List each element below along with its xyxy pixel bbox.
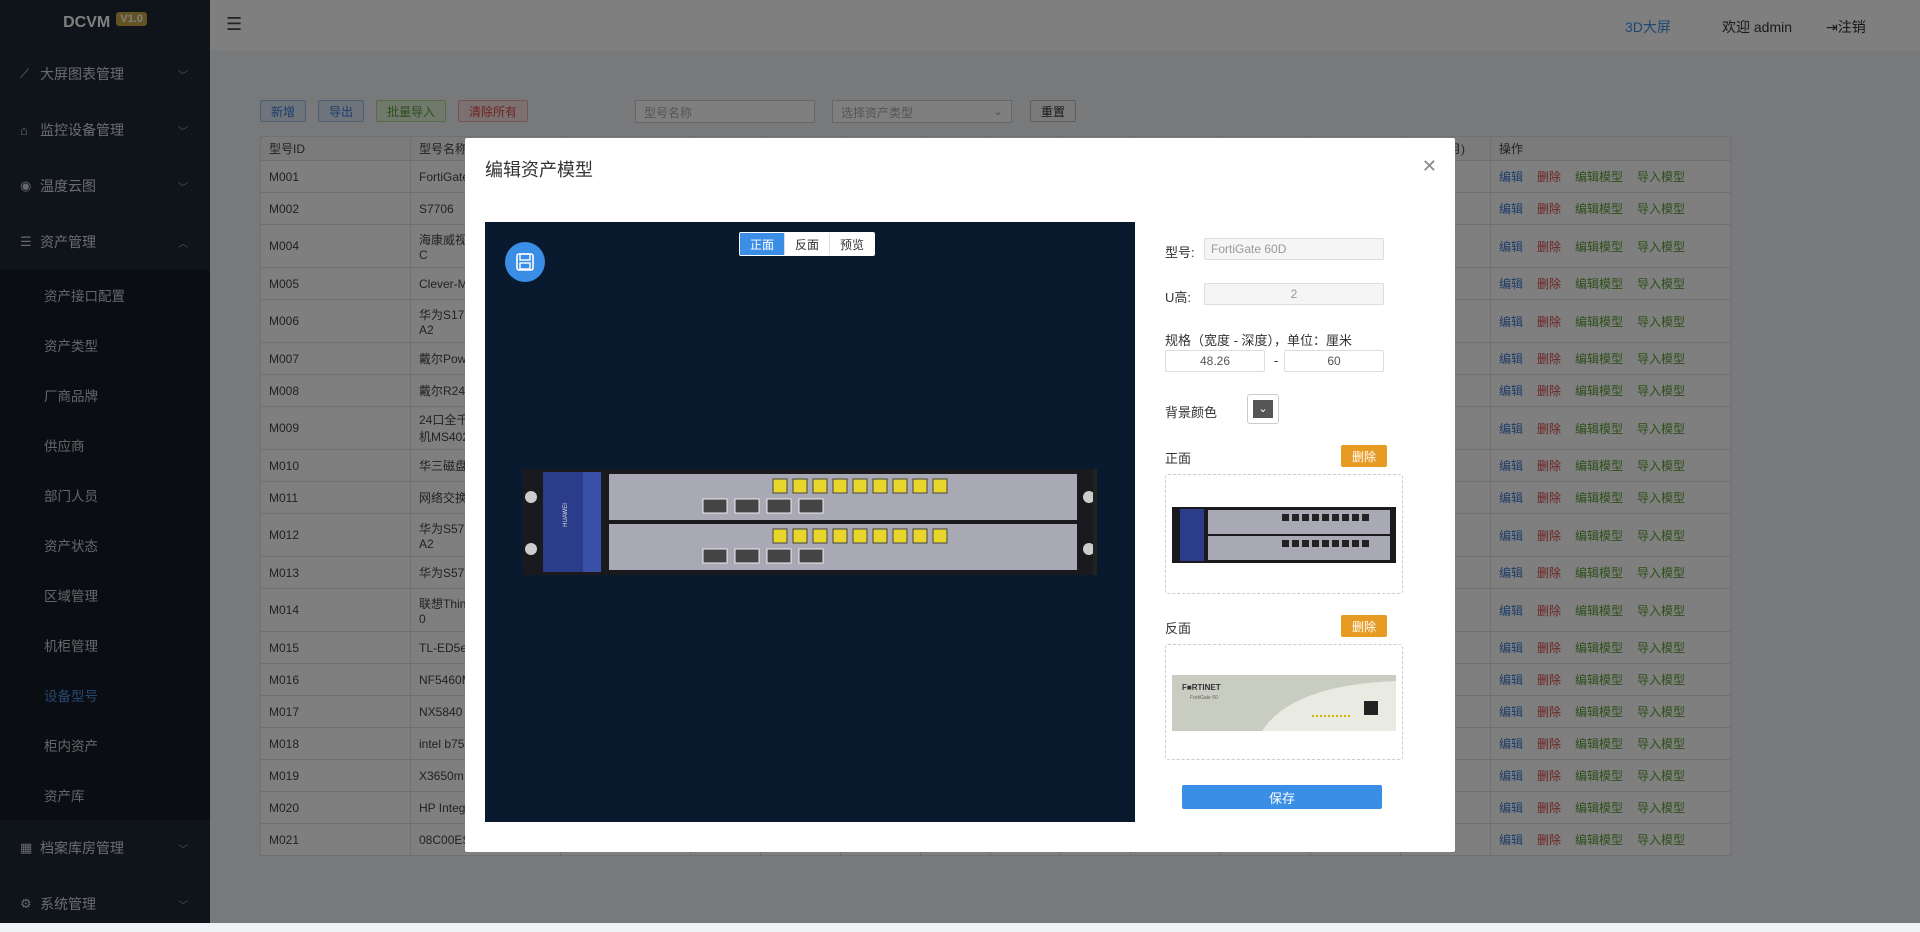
port-icon bbox=[853, 529, 867, 543]
tab-back[interactable]: 反面 bbox=[784, 233, 829, 255]
port-icon bbox=[793, 529, 807, 543]
back-brand-text: F■RTINET bbox=[1182, 683, 1221, 692]
port-icon bbox=[1332, 514, 1339, 521]
port-icon bbox=[1342, 514, 1349, 521]
port-icon bbox=[933, 479, 947, 493]
save-button[interactable]: 保存 bbox=[1182, 785, 1382, 809]
bg-color-picker[interactable]: ⌄ bbox=[1247, 394, 1279, 424]
led-icon bbox=[1344, 715, 1346, 717]
port-icon bbox=[893, 529, 907, 543]
width-input[interactable]: 48.26 bbox=[1165, 350, 1265, 372]
u-height-label: U高: bbox=[1165, 287, 1191, 306]
port-icon bbox=[1322, 514, 1329, 521]
front-image-label: 正面 bbox=[1165, 448, 1191, 467]
port-icon bbox=[1282, 540, 1289, 547]
port-icon bbox=[1362, 514, 1369, 521]
slot-icon bbox=[703, 499, 727, 513]
led-icon bbox=[1348, 715, 1350, 717]
spec-label: 规格（宽度 - 深度），单位：厘米 bbox=[1165, 330, 1352, 349]
device-front-illustration bbox=[523, 469, 1097, 575]
slot-icon bbox=[767, 549, 791, 563]
port-icon bbox=[1352, 514, 1359, 521]
slot-icon bbox=[735, 499, 759, 513]
port-icon bbox=[933, 529, 947, 543]
port-icon bbox=[833, 479, 847, 493]
port-icon bbox=[1292, 514, 1299, 521]
delete-back-button[interactable]: 删除 bbox=[1341, 615, 1387, 637]
port-icon bbox=[873, 479, 887, 493]
port-icon bbox=[1282, 514, 1289, 521]
port-icon bbox=[1362, 540, 1369, 547]
port-icon bbox=[1312, 514, 1319, 521]
led-icon bbox=[1312, 715, 1314, 717]
port-icon bbox=[813, 529, 827, 543]
port-icon bbox=[793, 479, 807, 493]
slot-icon bbox=[735, 549, 759, 563]
front-thumbnail bbox=[1172, 507, 1396, 563]
port-icon bbox=[1332, 540, 1339, 547]
port-icon bbox=[1322, 540, 1329, 547]
port-icon bbox=[1302, 540, 1309, 547]
slot-icon bbox=[767, 499, 791, 513]
slot-icon bbox=[799, 499, 823, 513]
port-icon bbox=[1342, 540, 1349, 547]
slot-icon bbox=[703, 549, 727, 563]
led-icon bbox=[1340, 715, 1342, 717]
slot-icon bbox=[799, 549, 823, 563]
close-icon[interactable]: ✕ bbox=[1422, 156, 1437, 177]
front-image-preview[interactable] bbox=[1165, 474, 1403, 594]
back-image-preview[interactable]: F■RTINET FortiGate 60 bbox=[1165, 644, 1403, 760]
depth-input[interactable]: 60 bbox=[1284, 350, 1384, 372]
led-icon bbox=[1336, 715, 1338, 717]
port-icon bbox=[913, 529, 927, 543]
model-canvas[interactable]: 正面 反面 预览 HUAWEI bbox=[485, 222, 1135, 822]
port-icon bbox=[913, 479, 927, 493]
port-icon bbox=[1312, 540, 1319, 547]
spec-dash: - bbox=[1274, 353, 1278, 368]
back-model-text: FortiGate 60 bbox=[1190, 695, 1218, 701]
dialog-title: 编辑资产模型 bbox=[485, 156, 593, 182]
model-input[interactable]: FortiGate 60D bbox=[1204, 238, 1384, 260]
port-icon bbox=[813, 479, 827, 493]
back-image-label: 反面 bbox=[1165, 618, 1191, 637]
port-icon bbox=[853, 479, 867, 493]
edit-model-dialog: 编辑资产模型 ✕ 正面 反面 预览 HUAWEI 型号: FortiGate 6… bbox=[465, 138, 1455, 852]
tab-front[interactable]: 正面 bbox=[740, 233, 784, 255]
bg-color-label: 背景颜色 bbox=[1165, 402, 1217, 421]
device-brand-text: HUAWEI bbox=[563, 503, 569, 527]
floppy-save-icon[interactable] bbox=[505, 242, 545, 282]
port-icon bbox=[1352, 540, 1359, 547]
delete-front-button[interactable]: 删除 bbox=[1341, 445, 1387, 467]
view-tabs: 正面 反面 预览 bbox=[739, 232, 875, 256]
port-icon bbox=[873, 529, 887, 543]
port-icon bbox=[773, 529, 787, 543]
u-height-input[interactable]: 2 bbox=[1204, 283, 1384, 305]
model-label: 型号: bbox=[1165, 242, 1195, 261]
port-icon bbox=[1302, 514, 1309, 521]
tab-preview[interactable]: 预览 bbox=[829, 233, 874, 255]
led-icon bbox=[1320, 715, 1322, 717]
led-icon bbox=[1316, 715, 1318, 717]
port-icon bbox=[1292, 540, 1299, 547]
port-icon bbox=[773, 479, 787, 493]
port-icon bbox=[833, 529, 847, 543]
led-icon bbox=[1332, 715, 1334, 717]
port-icon bbox=[893, 479, 907, 493]
chevron-down-icon: ⌄ bbox=[1253, 400, 1273, 418]
led-icon bbox=[1328, 715, 1330, 717]
led-icon bbox=[1324, 715, 1326, 717]
